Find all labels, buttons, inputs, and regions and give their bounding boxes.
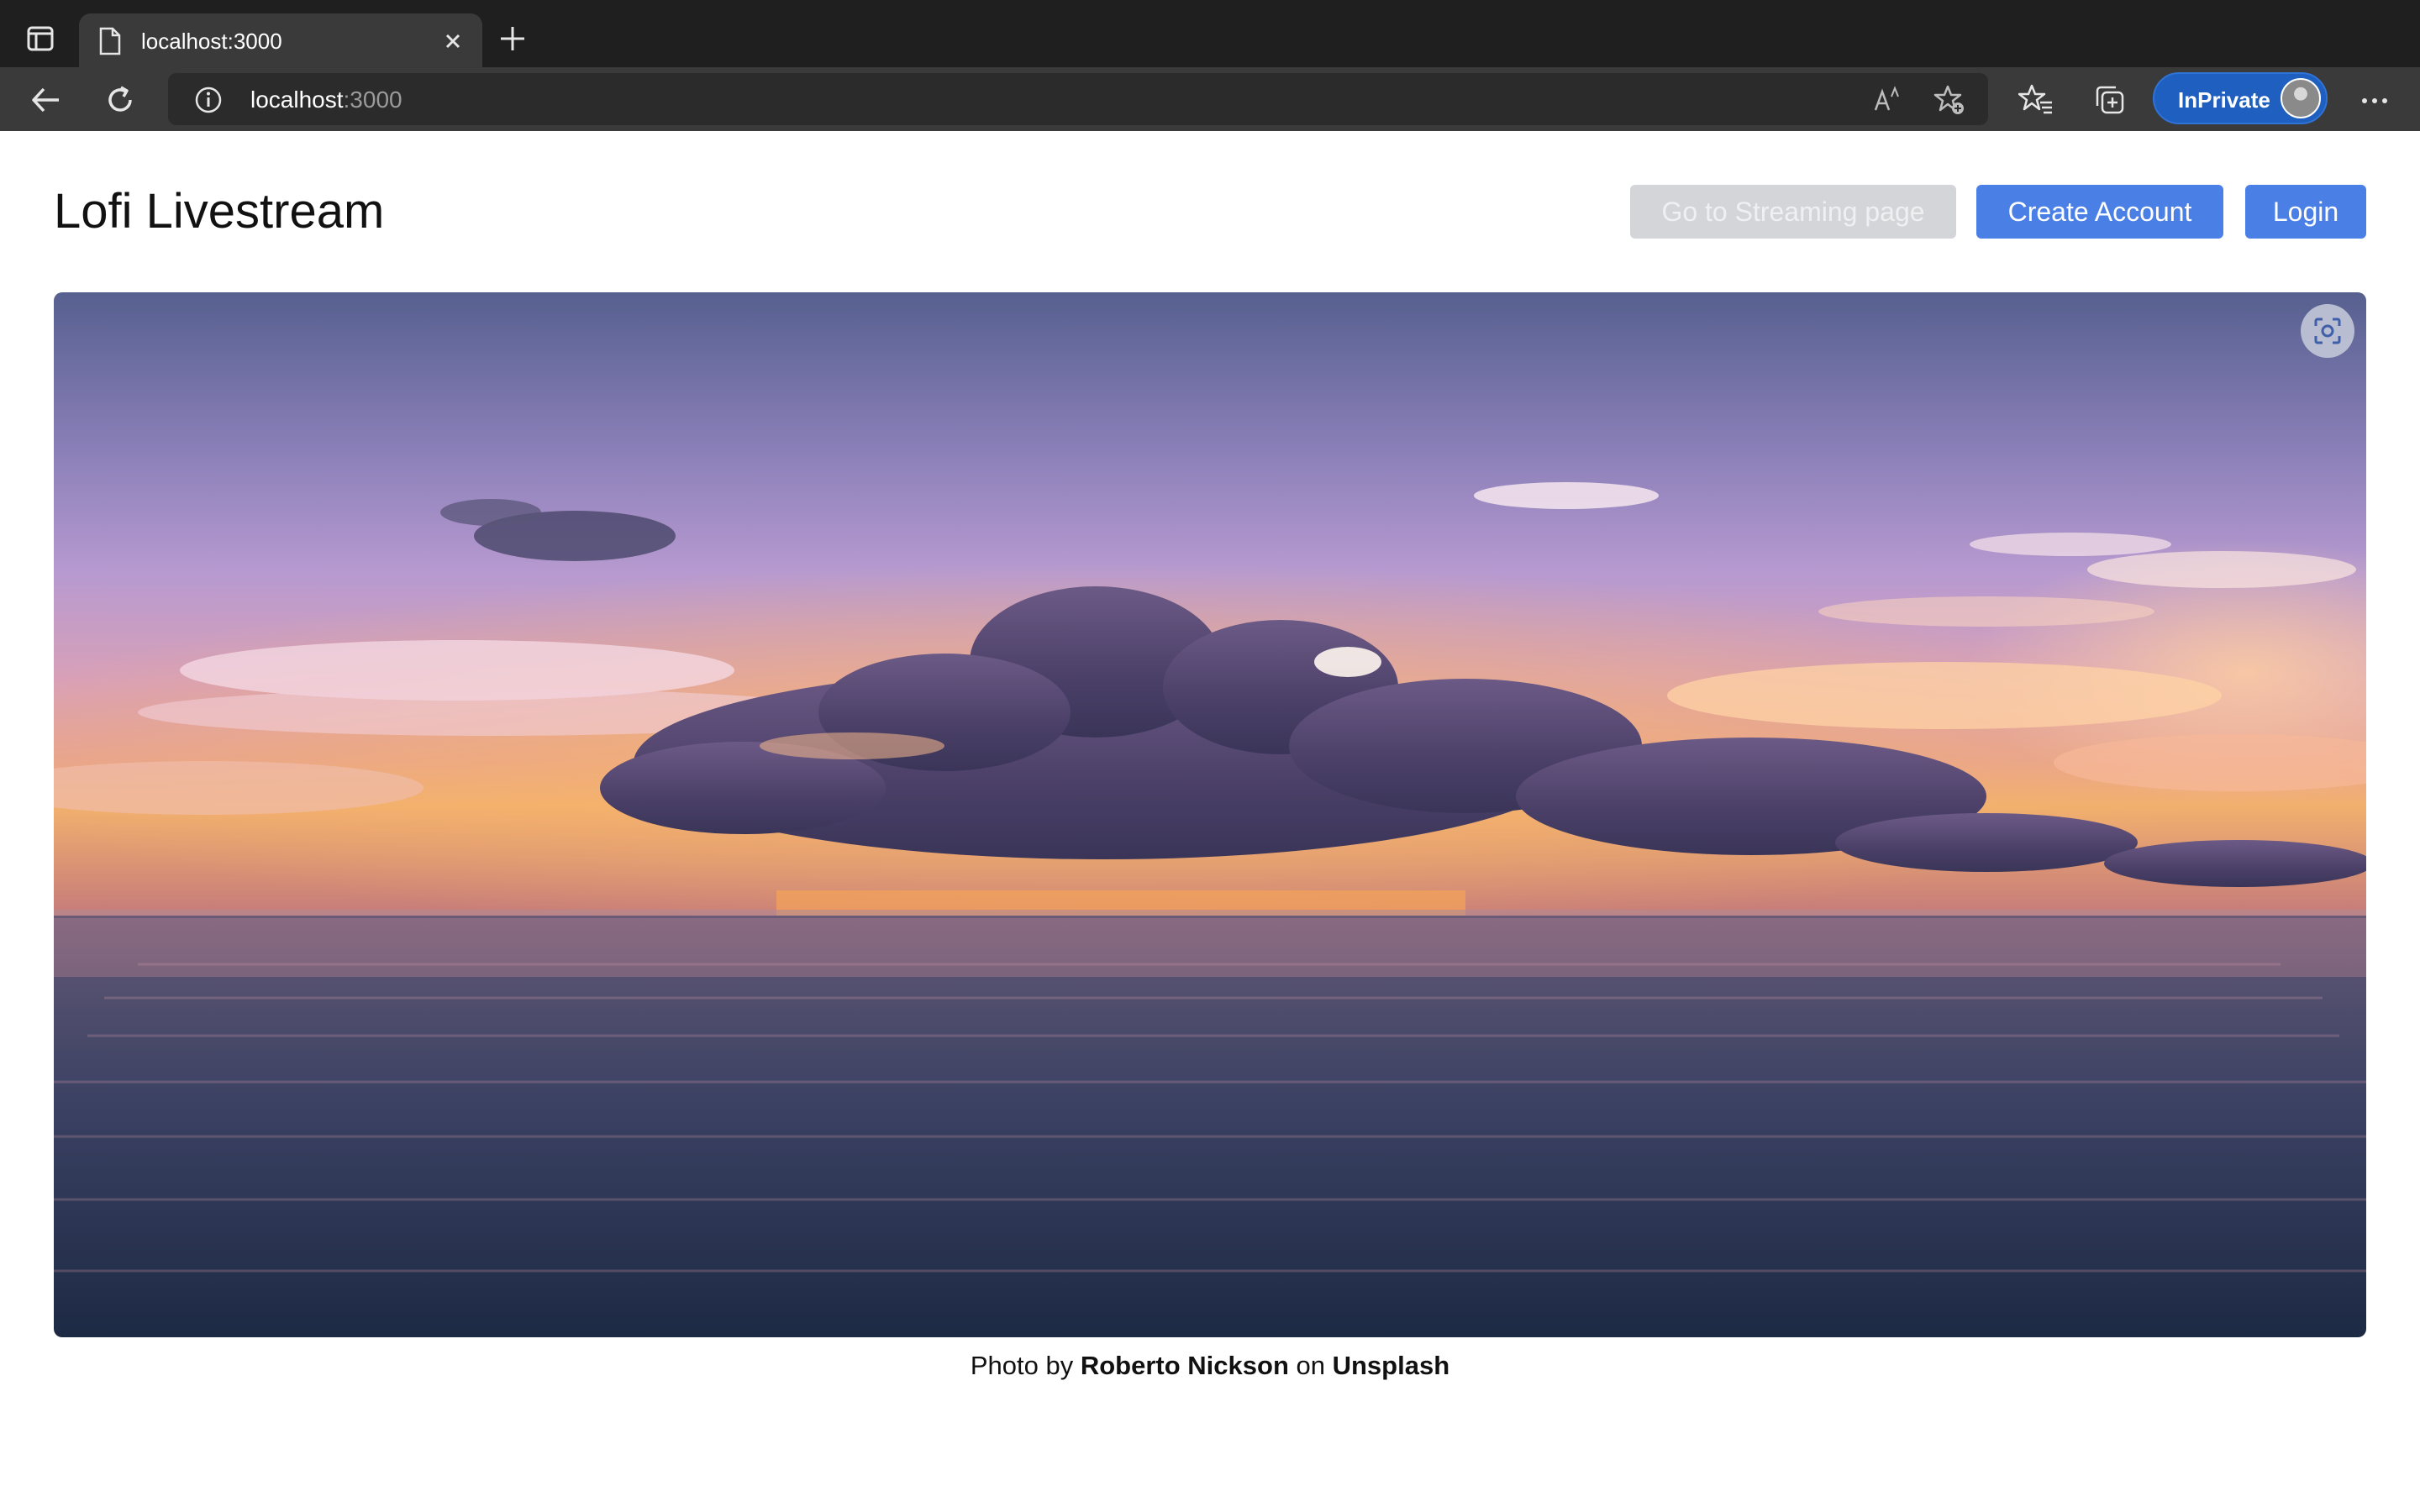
refresh-icon[interactable]	[103, 82, 138, 118]
address-bar[interactable]: localhost:3000	[168, 73, 1988, 125]
tab-title: localhost:3000	[141, 29, 282, 54]
caption-prefix: Photo by	[970, 1351, 1081, 1380]
photo-caption: Photo by Roberto Nickson on Unsplash	[0, 1351, 2420, 1381]
inprivate-label: InPrivate	[2178, 87, 2270, 113]
favorites-icon[interactable]	[2018, 82, 2054, 118]
login-button[interactable]: Login	[2245, 185, 2366, 239]
plus-icon[interactable]	[496, 22, 529, 55]
url-host: localhost	[250, 87, 344, 113]
visual-search-icon[interactable]	[2301, 304, 2354, 358]
sunset-ocean-photo	[54, 292, 2366, 1337]
page-icon	[97, 27, 123, 55]
browser-toolbar: localhost:3000 InPrivate	[0, 67, 2420, 131]
browser-tab-bar: localhost:3000	[0, 0, 2420, 67]
more-icon[interactable]	[2356, 84, 2393, 118]
inprivate-profile-button[interactable]: InPrivate	[2153, 72, 2328, 124]
back-arrow-icon[interactable]	[29, 82, 64, 118]
caption-middle: on	[1288, 1351, 1333, 1380]
go-to-streaming-button[interactable]: Go to Streaming page	[1630, 185, 1956, 239]
hero-image	[54, 292, 2366, 1337]
page-title: Lofi Livestream	[54, 184, 385, 239]
read-aloud-icon[interactable]	[1870, 83, 1904, 117]
star-plus-icon[interactable]	[1933, 83, 1966, 117]
browser-tab-active[interactable]: localhost:3000	[79, 13, 482, 67]
sidebar-toggle-icon[interactable]	[24, 22, 57, 55]
info-icon[interactable]	[193, 85, 224, 115]
photo-author-link[interactable]: Roberto Nickson	[1081, 1351, 1289, 1380]
avatar	[2281, 78, 2321, 118]
collections-icon[interactable]	[2092, 82, 2128, 118]
url-text: localhost:3000	[250, 87, 402, 113]
unsplash-link[interactable]: Unsplash	[1333, 1351, 1450, 1380]
close-icon[interactable]	[439, 27, 467, 55]
url-port: :3000	[343, 87, 402, 113]
create-account-button[interactable]: Create Account	[1976, 185, 2223, 239]
